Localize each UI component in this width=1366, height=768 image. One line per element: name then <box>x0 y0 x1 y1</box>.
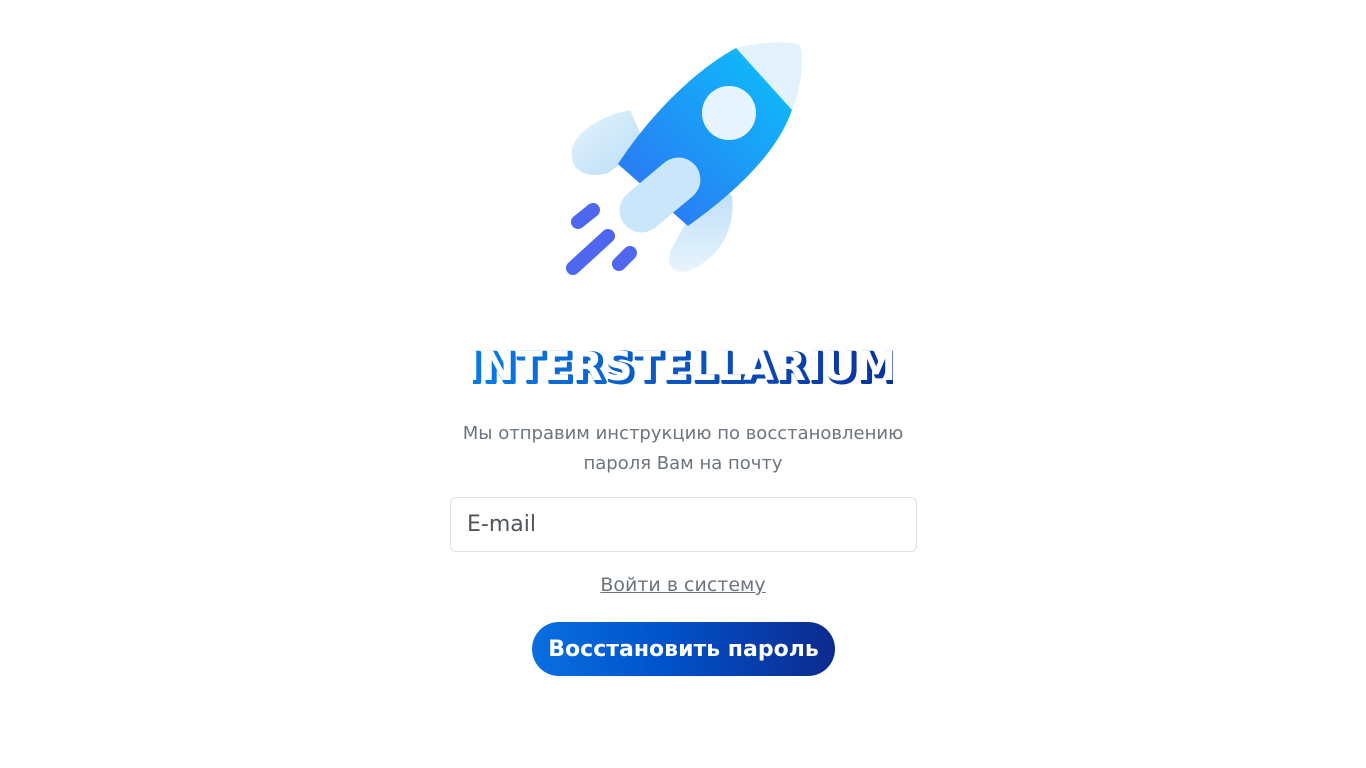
instruction-line-2: пароля Вам на почту <box>583 453 783 474</box>
brand-logo-text: INTERSTELLARIUM <box>473 344 893 390</box>
login-link[interactable]: Войти в систему <box>0 574 1366 596</box>
restore-password-button[interactable]: Восстановить пароль <box>532 622 835 676</box>
instruction-line-1: Мы отправим инструкцию по восстановлению <box>462 423 904 444</box>
email-input[interactable] <box>450 497 917 552</box>
instruction-text: Мы отправим инструкцию по восстановлению… <box>433 419 933 479</box>
password-recovery-page: INTERSTELLARIUM INTERSTELLARIUM Мы отпра… <box>0 0 1366 768</box>
rocket-icon <box>566 42 802 275</box>
brand-logo: INTERSTELLARIUM INTERSTELLARIUM <box>473 344 893 392</box>
